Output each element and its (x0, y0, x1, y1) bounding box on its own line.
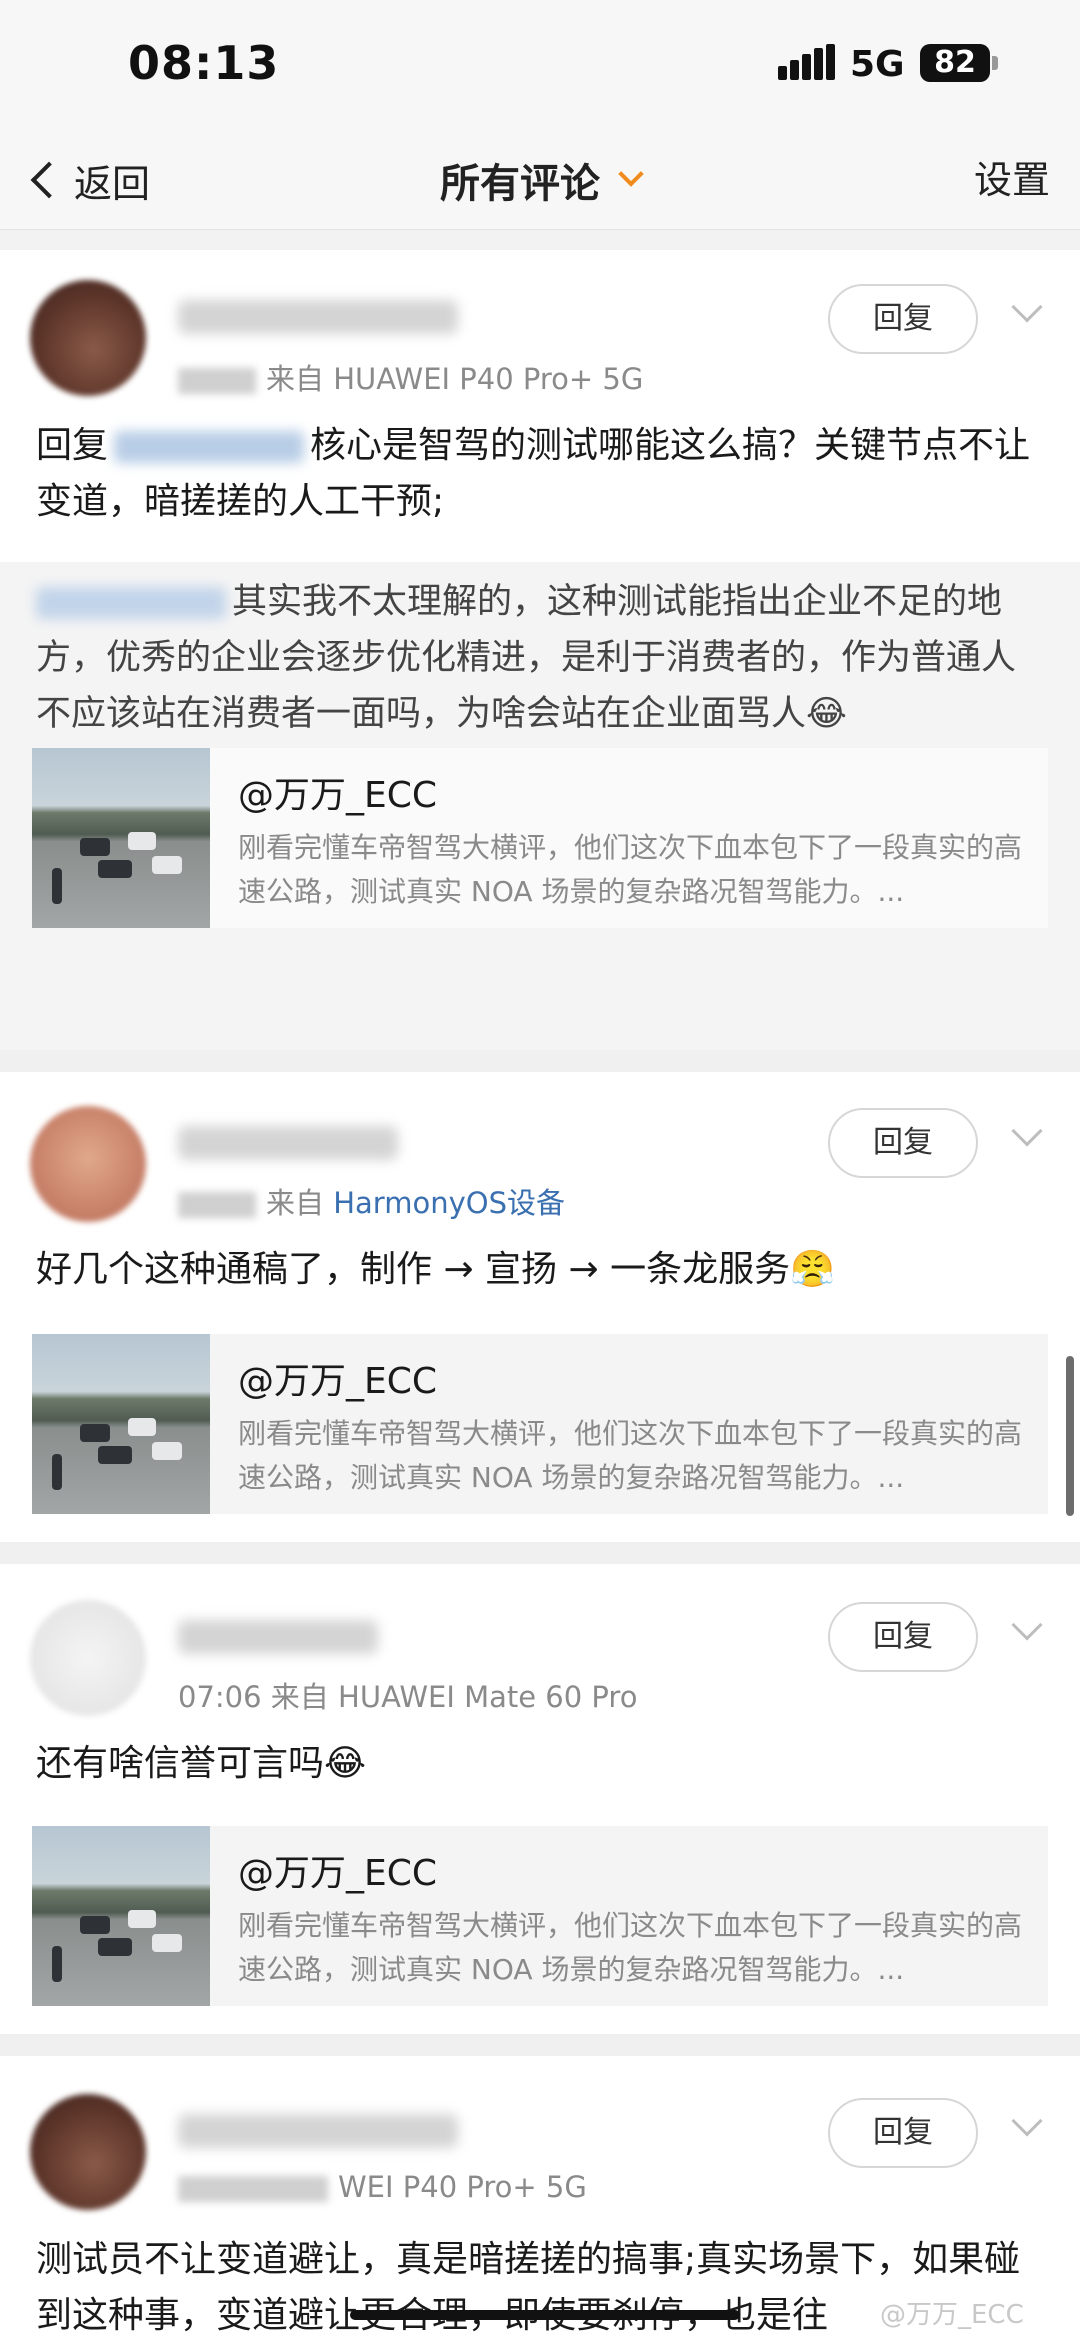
chevron-down-icon[interactable] (1011, 1115, 1043, 1147)
status-bar: 08:13 5G 82 (0, 0, 1080, 130)
quoted-text: 其实我不太理解的，这种测试能指出企业不足的地方，优秀的企业会逐步优化精进，是利于… (36, 574, 1044, 742)
time-blurred (178, 368, 256, 394)
chevron-down-icon (618, 161, 644, 187)
section-divider (0, 1050, 1080, 1072)
battery-icon: 82 (920, 44, 990, 82)
nav-bar: 返回 所有评论 设置 (0, 130, 1080, 230)
shared-post-description: 刚看完懂车帝智驾大横评，他们这次下血本包下了一段真实的高速公路，测试真实 NOA… (238, 1417, 1023, 1494)
source-prefix: 来自 (270, 1680, 329, 1714)
device-source: WEI P40 Pro+ 5G (338, 2170, 587, 2204)
chevron-down-icon[interactable] (1011, 2105, 1043, 2137)
battery-tip (992, 56, 998, 70)
network-type: 5G (850, 44, 905, 85)
avatar[interactable] (30, 1600, 146, 1716)
device-source-link[interactable]: HarmonyOS设备 (333, 1186, 565, 1220)
comment-text: 好几个这种通稿了，制作 → 宣扬 → 一条龙服务😤 (36, 1249, 835, 1290)
device-source: HUAWEI P40 Pro+ 5G (333, 362, 644, 396)
time-blurred (178, 1192, 256, 1218)
shared-post-description: 刚看完懂车帝智驾大横评，他们这次下血本包下了一段真实的高速公路，测试真实 NOA… (238, 1909, 1023, 1986)
source-prefix: 来自 (266, 1186, 325, 1220)
avatar[interactable] (30, 280, 146, 396)
comment-card: 来自 HUAWEI P40 Pro+ 5G 回复 回复 核心是智驾的测试哪能这么搞… (0, 250, 1080, 1050)
comment-card: 07:06 来自 HUAWEI Mate 60 Pro 回复 还有啥信誉可言吗😂… (0, 1564, 1080, 2034)
avatar[interactable] (30, 2094, 146, 2210)
chevron-down-icon[interactable] (1011, 1609, 1043, 1641)
section-divider (0, 2034, 1080, 2056)
device-source: HUAWEI Mate 60 Pro (338, 1680, 638, 1714)
comment-meta: WEI P40 Pro+ 5G (178, 2170, 587, 2204)
shared-post-thumbnail (32, 1826, 210, 2006)
home-indicator[interactable] (350, 2310, 740, 2320)
comment-filter-dropdown[interactable]: 所有评论 (0, 150, 1080, 210)
comment-text: 还有啥信誉可言吗😂 (36, 1743, 367, 1784)
cellular-signal-icon (778, 44, 836, 80)
status-time: 08:13 (128, 36, 280, 90)
username-blurred[interactable] (178, 2114, 458, 2148)
username-blurred[interactable] (178, 1620, 378, 1654)
battery-level: 82 (934, 45, 976, 80)
reply-button[interactable]: 回复 (828, 1602, 978, 1672)
shared-post-thumbnail (32, 1334, 210, 1514)
shared-post-author: @万万_ECC (238, 775, 438, 816)
shared-post-author: @万万_ECC (238, 1853, 438, 1894)
time-blurred (178, 2176, 328, 2202)
shared-post-thumbnail (32, 748, 210, 928)
shared-post-card[interactable]: @万万_ECC 刚看完懂车帝智驾大横评，他们这次下血本包下了一段真实的高速公路，… (32, 1334, 1048, 1514)
shared-post-author: @万万_ECC (238, 1361, 438, 1402)
watermark: @万万_ECC (880, 2300, 1024, 2330)
comment-meta: 来自 HarmonyOS设备 (178, 1180, 565, 1222)
shared-post-description: 刚看完懂车帝智驾大横评，他们这次下血本包下了一段真实的高速公路，测试真实 NOA… (238, 831, 1023, 908)
source-prefix: 来自 (266, 362, 325, 396)
mention-blurred[interactable] (36, 587, 226, 619)
reply-button[interactable]: 回复 (828, 284, 978, 354)
comment-text: 回复 核心是智驾的测试哪能这么搞？关键节点不让变道，暗搓搓的人工干预; (36, 418, 1044, 530)
mention-blurred[interactable] (114, 431, 305, 463)
post-time: 07:06 (178, 1680, 262, 1714)
comment-meta: 来自 HUAWEI P40 Pro+ 5G (178, 356, 643, 398)
page-title: 所有评论 (440, 161, 600, 207)
reply-button[interactable]: 回复 (828, 2098, 978, 2168)
chevron-down-icon[interactable] (1011, 291, 1043, 323)
username-blurred[interactable] (178, 300, 458, 334)
comment-meta: 07:06 来自 HUAWEI Mate 60 Pro (178, 1674, 637, 1716)
shared-post-card[interactable]: @万万_ECC 刚看完懂车帝智驾大横评，他们这次下血本包下了一段真实的高速公路，… (32, 1826, 1048, 2006)
scrollbar[interactable] (1066, 1356, 1074, 1516)
avatar[interactable] (30, 1106, 146, 1222)
shared-post-card[interactable]: @万万_ECC 刚看完懂车帝智驾大横评，他们这次下血本包下了一段真实的高速公路，… (32, 748, 1048, 928)
quoted-comment[interactable]: 其实我不太理解的，这种测试能指出企业不足的地方，优秀的企业会逐步优化精进，是利于… (0, 562, 1080, 1050)
reply-button[interactable]: 回复 (828, 1108, 978, 1178)
username-blurred[interactable] (178, 1126, 398, 1160)
section-divider (0, 1542, 1080, 1564)
comment-card: 来自 HarmonyOS设备 回复 好几个这种通稿了，制作 → 宣扬 → 一条龙… (0, 1072, 1080, 1542)
reply-prefix: 回复 (36, 425, 109, 466)
settings-button[interactable]: 设置 (974, 150, 1050, 210)
